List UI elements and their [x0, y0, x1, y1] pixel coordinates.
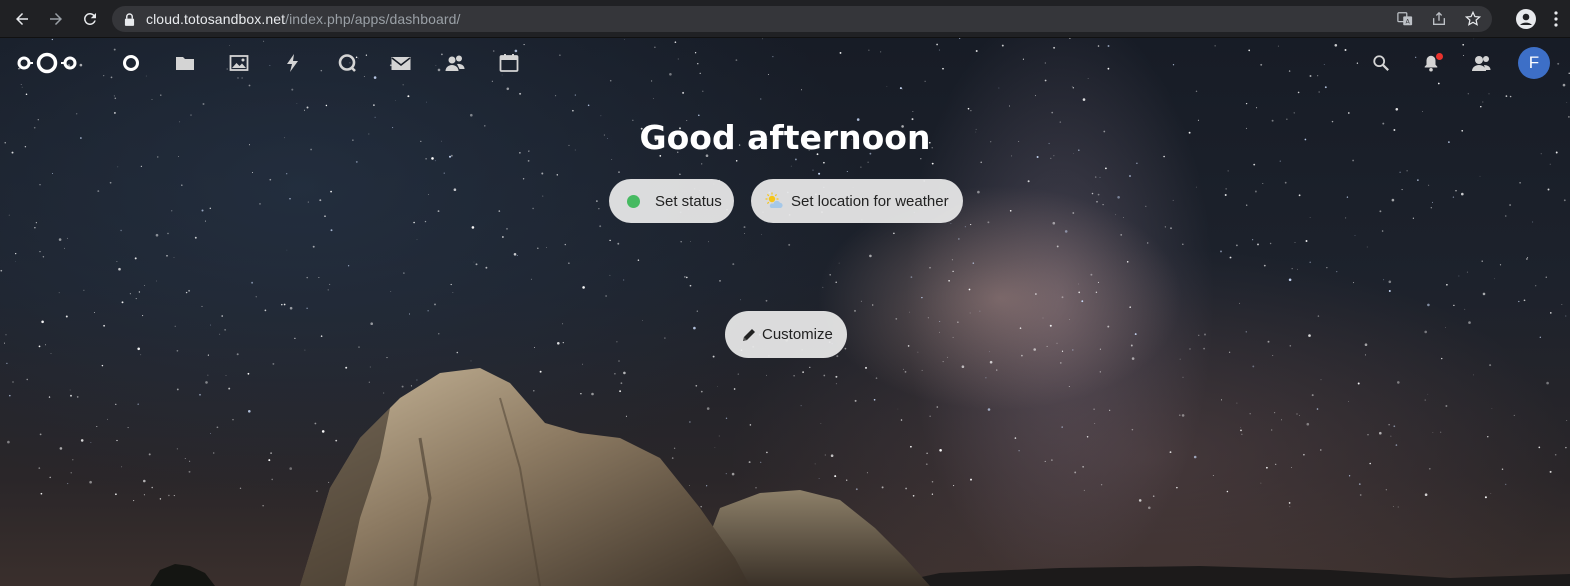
- set-status-label: Set status: [655, 192, 722, 210]
- talk-icon[interactable]: [320, 51, 374, 75]
- browser-toolbar: cloud.totosandbox.net/index.php/apps/das…: [0, 0, 1570, 38]
- avatar[interactable]: F: [1518, 47, 1550, 79]
- url-path: /index.php/apps/dashboard/: [285, 11, 461, 27]
- search-icon[interactable]: [1356, 47, 1406, 79]
- svg-text:A: A: [1406, 18, 1411, 25]
- pencil-icon: [742, 328, 756, 342]
- customize-label: Customize: [762, 326, 833, 343]
- bell-icon[interactable]: [1406, 47, 1456, 79]
- set-weather-location-button[interactable]: Set location for weather: [751, 179, 963, 223]
- app-menu: [104, 51, 536, 75]
- nextcloud-header: F: [0, 38, 1570, 88]
- weather-sun-cloud-icon: [765, 192, 783, 210]
- mail-icon[interactable]: [374, 51, 428, 75]
- url-text: cloud.totosandbox.net/index.php/apps/das…: [146, 11, 461, 27]
- menu-icon[interactable]: [1554, 11, 1558, 27]
- contacts-icon[interactable]: [428, 51, 482, 75]
- reload-icon[interactable]: [80, 9, 100, 29]
- profile-icon[interactable]: [1516, 9, 1536, 29]
- address-bar[interactable]: cloud.totosandbox.net/index.php/apps/das…: [112, 6, 1492, 32]
- url-domain: cloud.totosandbox.net: [146, 11, 286, 27]
- weather-label: Set location for weather: [791, 192, 949, 210]
- folder-icon[interactable]: [158, 51, 212, 75]
- customize-button[interactable]: Customize: [725, 311, 847, 358]
- share-icon[interactable]: [1430, 10, 1448, 28]
- greeting-title: Good afternoon: [639, 118, 931, 157]
- lightning-icon[interactable]: [266, 51, 320, 75]
- image-icon[interactable]: [212, 51, 266, 75]
- translate-icon[interactable]: A: [1396, 10, 1414, 28]
- back-icon[interactable]: [12, 9, 32, 29]
- notification-badge: [1436, 53, 1443, 60]
- contacts-menu-icon[interactable]: [1456, 47, 1506, 79]
- status-online-icon: [627, 194, 640, 208]
- bookmark-star-icon[interactable]: [1464, 10, 1482, 28]
- set-status-button[interactable]: Set status: [609, 179, 734, 223]
- forward-icon[interactable]: [46, 9, 66, 29]
- calendar-icon[interactable]: [482, 51, 536, 75]
- dashboard-icon[interactable]: [104, 51, 158, 75]
- lock-icon[interactable]: [124, 12, 136, 26]
- nextcloud-logo[interactable]: [16, 51, 78, 75]
- dashboard-background: F Good afternoon Set status Set location…: [0, 38, 1570, 586]
